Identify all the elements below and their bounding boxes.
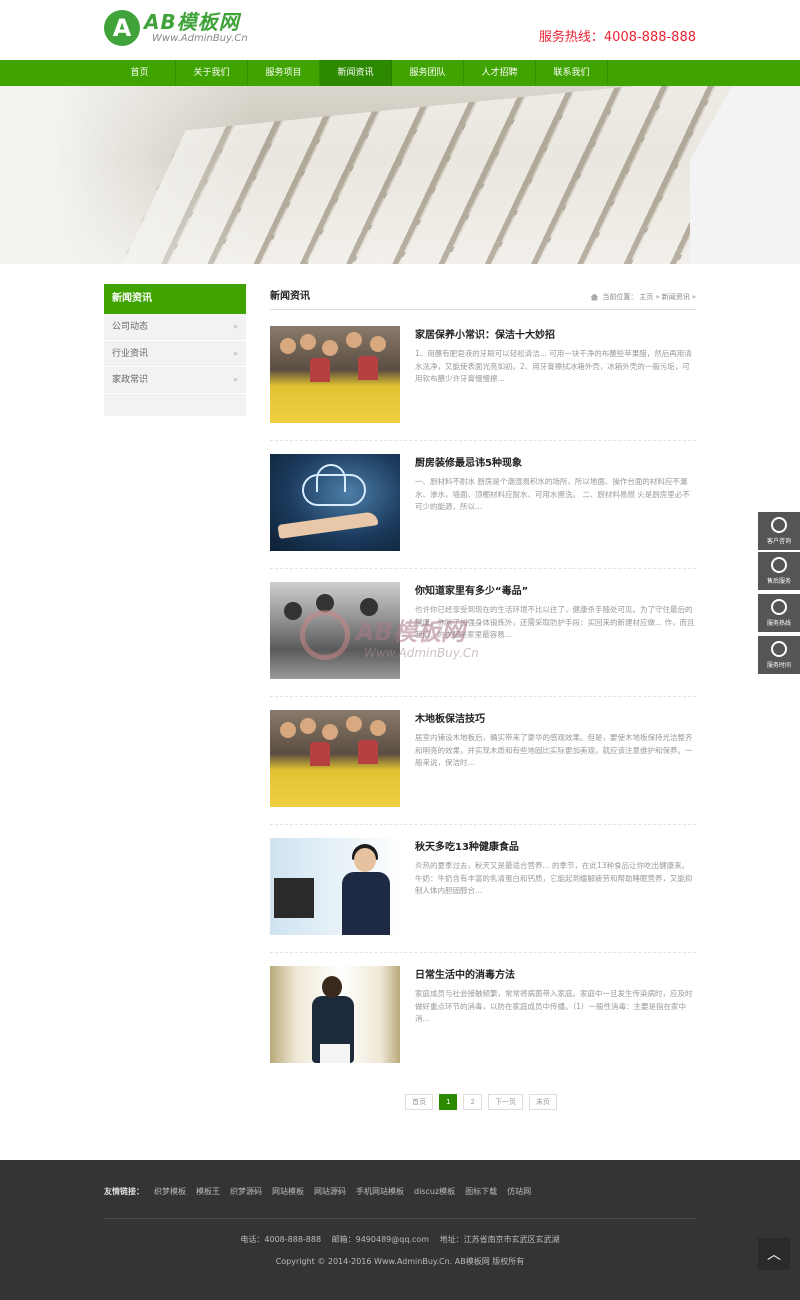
- sidebar-item-company-news[interactable]: 公司动态 »: [104, 314, 246, 341]
- news-title[interactable]: 你知道家里有多少“毒品”: [415, 582, 528, 597]
- friend-link[interactable]: 手机网站模板: [356, 1186, 404, 1197]
- page-2[interactable]: 2: [463, 1094, 482, 1110]
- nav-item-team[interactable]: 服务团队: [392, 60, 464, 86]
- news-item: 木地板保洁技巧 居室内铺设木地板后，确实带来了豪华的感观效果。但是，要使木地板保…: [270, 710, 696, 825]
- friend-link[interactable]: 网站模板: [272, 1186, 304, 1197]
- phone-icon: [771, 599, 787, 615]
- nav-item-news[interactable]: 新闻资讯: [320, 60, 392, 86]
- nav-item-about[interactable]: 关于我们: [176, 60, 248, 86]
- news-thumbnail[interactable]: [270, 710, 400, 807]
- category-sidebar: 新闻资讯 公司动态 » 行业资讯 » 家政常识 »: [104, 284, 246, 416]
- news-summary: 炎热的夏季过去，秋天又是最适合营养... 的季节，在此13种食品让你吃出健康来。…: [415, 861, 693, 895]
- friend-links: 友情链接： 织梦模板 模板王 织梦源码 网站模板 网站源码 手机网站模板 dis…: [104, 1186, 531, 1197]
- breadcrumb-prefix: 当前位置：: [602, 293, 638, 301]
- site-footer: 友情链接： 织梦模板 模板王 织梦源码 网站模板 网站源码 手机网站模板 dis…: [0, 1160, 800, 1300]
- news-item: 家居保养小常识：保洁十大妙招 1、用蘸有肥皂液的牙刷可以轻松清洁... 可用一块…: [270, 326, 696, 441]
- news-item: 秋天多吃13种健康食品 炎热的夏季过去，秋天又是最适合营养... 的季节，在此1…: [270, 838, 696, 953]
- news-summary: 一、厨材料不耐水 厨房是个潮湿易积水的场所，所以地面、操作台面的材料应不漏水、渗…: [415, 477, 690, 511]
- hero-banner: [0, 86, 800, 264]
- back-to-top-button[interactable]: ︿: [758, 1238, 790, 1270]
- news-item: 你知道家里有多少“毒品” 也许你已经享受到现在的生活环境不比以往了，健康杀手随处…: [270, 582, 696, 697]
- footer-contact: 电话：4008-888-888 邮箱：9490489@qq.com 地址：江苏省…: [240, 1235, 560, 1244]
- friend-link[interactable]: 织梦模板: [154, 1186, 186, 1197]
- main-nav: 首页 关于我们 服务项目 新闻资讯 服务团队 人才招聘 联系我们: [0, 60, 800, 86]
- news-title[interactable]: 厨房装修最忌讳5种现象: [415, 454, 522, 469]
- news-thumbnail[interactable]: [270, 838, 400, 935]
- page-1[interactable]: 1: [439, 1094, 458, 1110]
- friend-link[interactable]: 织梦源码: [230, 1186, 262, 1197]
- news-title[interactable]: 家居保养小常识：保洁十大妙招: [415, 326, 555, 341]
- sidebar-item-industry-news[interactable]: 行业资讯 »: [104, 341, 246, 367]
- news-title[interactable]: 木地板保洁技巧: [415, 710, 485, 725]
- chevron-right-icon: »: [233, 322, 238, 331]
- sidebar-item-housekeeping-tips[interactable]: 家政常识 »: [104, 367, 246, 394]
- sidebar-item-label: 公司动态: [112, 322, 149, 332]
- friend-link[interactable]: 图标下载: [465, 1186, 497, 1197]
- logo-title: AB模板网: [144, 10, 240, 34]
- float-hotline[interactable]: 服务热线: [758, 594, 800, 632]
- page-next[interactable]: 下一页: [487, 1094, 523, 1110]
- headset-icon: [771, 557, 787, 573]
- float-customer-consult[interactable]: 客户咨询: [758, 512, 800, 550]
- site-logo[interactable]: AB模板网 Www.AdminBuy.Cn: [104, 10, 248, 46]
- news-thumbnail[interactable]: [270, 582, 400, 679]
- service-hotline: 服务热线：4008-888-888: [538, 30, 696, 45]
- logo-subtitle: Www.AdminBuy.Cn: [152, 33, 248, 44]
- breadcrumb: 当前位置： 主页 » 新闻资讯 »: [590, 292, 696, 302]
- nav-item-services[interactable]: 服务项目: [248, 60, 320, 86]
- news-summary: 家庭成员与社会接触频繁，常常将病菌带入家庭。家庭中一旦发生传染病时，应及时做好重…: [415, 989, 693, 1023]
- section-header: 新闻资讯 当前位置： 主页 » 新闻资讯 »: [270, 288, 696, 310]
- news-item: 日常生活中的消毒方法 家庭成员与社会接触频繁，常常将病菌带入家庭。家庭中一旦发生…: [270, 966, 696, 1066]
- sidebar-item-label: 行业资讯: [112, 348, 149, 359]
- nav-item-jobs[interactable]: 人才招聘: [464, 60, 536, 86]
- footer-divider: [104, 1218, 696, 1219]
- paper-image: [690, 86, 800, 264]
- breadcrumb-home[interactable]: 主页: [639, 292, 653, 302]
- page-first[interactable]: 首页: [405, 1094, 433, 1110]
- breadcrumb-current[interactable]: 新闻资讯: [662, 292, 690, 302]
- news-title[interactable]: 日常生活中的消毒方法: [415, 966, 515, 981]
- news-title[interactable]: 秋天多吃13种健康食品: [415, 838, 519, 853]
- friend-link[interactable]: discuz模板: [414, 1186, 455, 1197]
- logo-icon: [104, 10, 140, 46]
- friend-link[interactable]: 网站源码: [314, 1186, 346, 1197]
- footer-copyright: Copyright © 2014-2016 Www.AdminBuy.Cn. A…: [275, 1257, 525, 1266]
- site-header: AB模板网 Www.AdminBuy.Cn 服务热线：4008-888-888: [0, 0, 800, 60]
- news-summary: 居室内铺设木地板后，确实带来了豪华的感观效果。但是，要使木地板保持光洁整齐和明亮…: [415, 733, 693, 767]
- clock-icon: [771, 641, 787, 657]
- news-thumbnail[interactable]: [270, 966, 400, 1063]
- sidebar-item-label: 家政常识: [112, 375, 149, 385]
- page-last[interactable]: 末页: [528, 1094, 557, 1110]
- news-summary: 也许你已经享受到现在的生活环境不比以往了，健康杀手随处可见。为了守住最后的健康，…: [415, 605, 695, 639]
- float-after-sales[interactable]: 售后服务: [758, 552, 800, 590]
- news-item: 厨房装修最忌讳5种现象 一、厨材料不耐水 厨房是个潮湿易积水的场所，所以地面、操…: [270, 454, 696, 569]
- friend-links-label: 友情链接：: [104, 1187, 144, 1196]
- float-service-hours[interactable]: 服务时间: [758, 636, 800, 674]
- chevron-right-icon: »: [233, 375, 238, 384]
- sidebar-heading: 新闻资讯: [104, 284, 246, 314]
- pagination: 首页 1 2 下一页 末页: [405, 1094, 557, 1110]
- qq-icon: [771, 517, 787, 533]
- chevron-right-icon: »: [233, 348, 238, 358]
- news-thumbnail[interactable]: [270, 326, 400, 423]
- friend-link[interactable]: 模板王: [196, 1186, 220, 1197]
- news-thumbnail[interactable]: [270, 454, 400, 551]
- home-icon: [590, 293, 599, 301]
- nav-item-home[interactable]: 首页: [104, 60, 176, 86]
- news-summary: 1、用蘸有肥皂液的牙刷可以轻松清洁... 可用一块干净的布蘸些苹果醋，然后再用清…: [415, 349, 692, 383]
- nav-item-contact[interactable]: 联系我们: [536, 60, 608, 86]
- friend-link[interactable]: 仿站网: [507, 1186, 531, 1197]
- news-list-section: 新闻资讯 当前位置： 主页 » 新闻资讯 » 家居保养小常识：保洁十大妙招 1、…: [270, 288, 696, 1063]
